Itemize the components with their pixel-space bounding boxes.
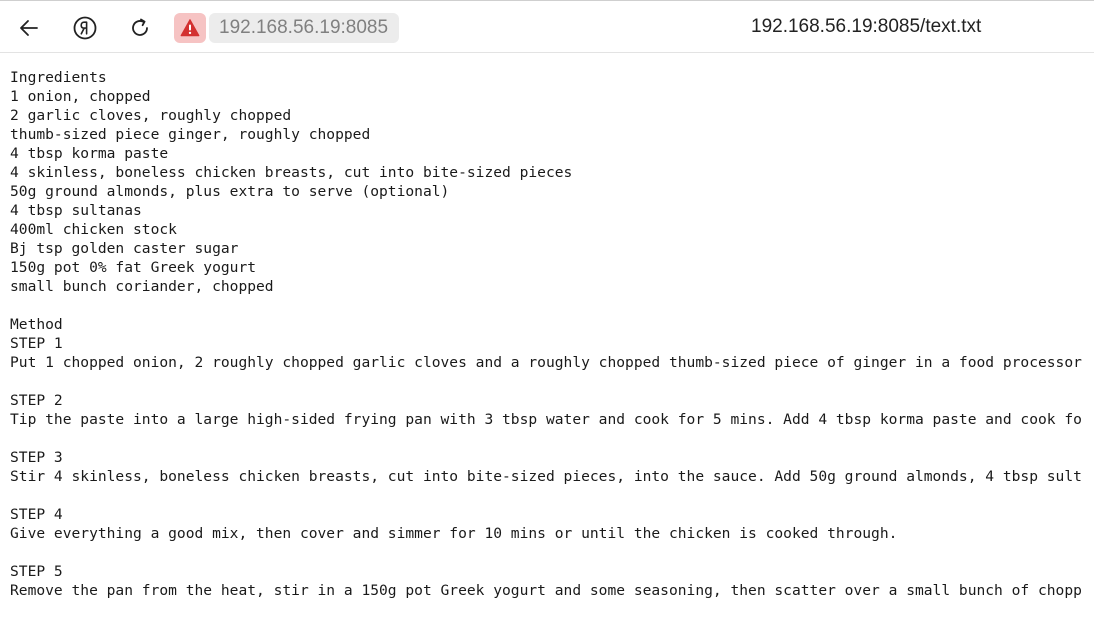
back-button[interactable] (12, 11, 46, 45)
reload-icon (132, 18, 148, 36)
text-line: STEP 4 (10, 506, 63, 523)
text-line: Ingredients (10, 69, 107, 86)
text-line: 150g pot 0% fat Greek yogurt (10, 259, 257, 276)
text-line (10, 486, 1094, 505)
address-bar[interactable]: 192.168.56.19:8085 (209, 13, 400, 43)
warning-triangle-icon (180, 19, 200, 37)
text-line: Remove the pan from the heat, stir in a … (10, 582, 1082, 599)
text-line: small bunch coriander, chopped (10, 278, 274, 295)
reload-button[interactable] (123, 11, 157, 45)
text-line: 400ml chicken stock (10, 221, 177, 238)
yandex-logo-icon (73, 16, 97, 40)
text-line: Stir 4 skinless, boneless chicken breast… (10, 468, 1082, 485)
text-line (10, 372, 1094, 391)
text-line: 2 garlic cloves, roughly chopped (10, 107, 292, 124)
page-title: 192.168.56.19:8085/text.txt (751, 16, 982, 37)
browser-logo-button[interactable] (68, 11, 102, 45)
text-document: Ingredients 1 onion, chopped 2 garlic clov… (10, 68, 1094, 600)
text-line: 4 tbsp korma paste (10, 145, 169, 162)
text-line (10, 543, 1094, 562)
text-line (10, 429, 1094, 448)
text-line: Tip the paste into a large high-sided fr… (10, 411, 1082, 428)
text-line: 4 tbsp sultanas (10, 202, 142, 219)
arrow-left-icon (20, 20, 38, 36)
text-line: Method (10, 316, 63, 333)
text-line: 1 onion, chopped (10, 88, 151, 105)
text-line: Bj tsp golden caster sugar (10, 240, 239, 257)
browser-toolbar: 192.168.56.19:8085 192.168.56.19:8085/te… (0, 0, 1094, 53)
text-line: thumb-sized piece ginger, roughly choppe… (10, 126, 371, 143)
text-line: STEP 5 (10, 563, 63, 580)
text-line: 50g ground almonds, plus extra to serve … (10, 183, 450, 200)
text-line: STEP 2 (10, 392, 63, 409)
text-line: Put 1 chopped onion, 2 roughly chopped g… (10, 354, 1082, 371)
text-line: 4 skinless, boneless chicken breasts, cu… (10, 164, 573, 181)
text-line: STEP 3 (10, 449, 63, 466)
text-line: Give everything a good mix, then cover a… (10, 525, 898, 542)
security-warning-button[interactable] (174, 13, 206, 43)
text-line (10, 296, 1094, 315)
address-text: 192.168.56.19:8085 (219, 17, 389, 38)
text-line: STEP 1 (10, 335, 63, 352)
